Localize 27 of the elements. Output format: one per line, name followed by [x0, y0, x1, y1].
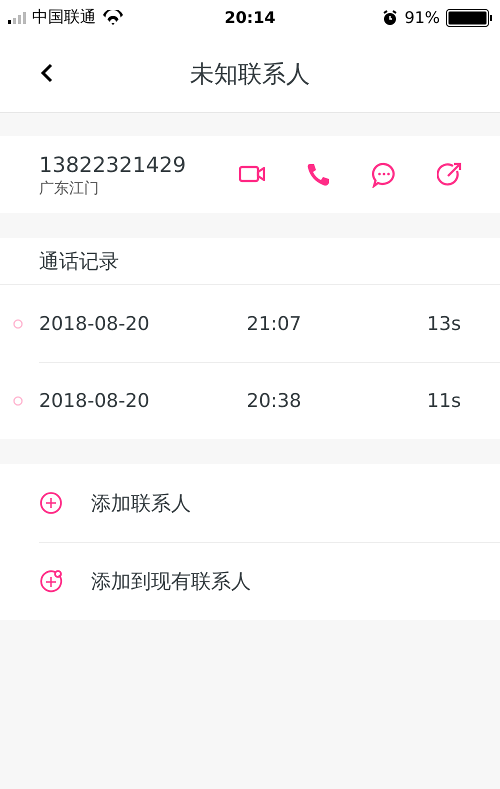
page-title: 未知联系人: [190, 58, 310, 90]
add-contact-item[interactable]: 添加联系人: [0, 464, 500, 542]
call-date: 2018-08-20: [39, 390, 150, 412]
chat-bubble-icon: [371, 162, 397, 188]
signal-icon: [8, 12, 26, 24]
share-arrow-icon: [437, 162, 463, 188]
battery-icon: [446, 8, 492, 26]
call-dot-icon: [13, 396, 23, 406]
clock-time: 20:14: [224, 8, 276, 27]
call-date: 2018-08-20: [39, 312, 150, 334]
section-title: 通话记录: [39, 248, 119, 274]
plus-circle-icon: [39, 569, 63, 593]
add-contact-item[interactable]: 添加到现有联系人: [0, 542, 500, 620]
call-duration: 13s: [426, 312, 461, 334]
phone-icon: [305, 162, 331, 188]
call-time: 21:07: [246, 312, 302, 334]
phone-number: 13822321429: [39, 152, 186, 178]
location-text: 广东江门: [39, 178, 100, 198]
call-time: 20:38: [246, 390, 302, 412]
wifi-icon: [102, 10, 124, 26]
call-duration: 11s: [426, 390, 461, 412]
call-dot-icon: [13, 318, 23, 328]
carrier-name: 中国联通: [32, 7, 96, 28]
back-icon: [40, 63, 54, 83]
plus-circle-icon: [39, 491, 63, 515]
battery-percent: 91%: [404, 8, 440, 27]
alarm-icon: [382, 10, 398, 26]
